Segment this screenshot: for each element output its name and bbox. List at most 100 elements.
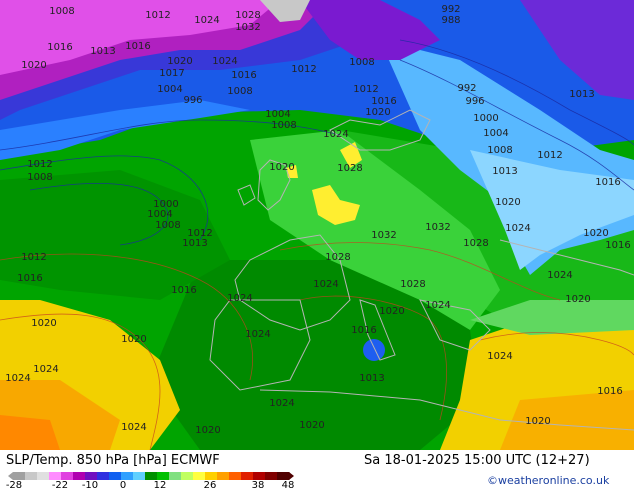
color-scale-swatch (73, 472, 86, 480)
pressure-label: 1020 (525, 416, 550, 427)
pressure-label: 1032 (235, 22, 260, 33)
pressure-label: 1028 (325, 252, 350, 263)
pressure-label: 1012 (353, 84, 378, 95)
pressure-label: 992 (441, 4, 460, 15)
pressure-label: 1024 (33, 364, 58, 375)
pressure-label: 1004 (157, 84, 182, 95)
pressure-label: 1008 (271, 120, 296, 131)
color-scale-arrow-right (289, 472, 294, 480)
pressure-label: 1013 (359, 373, 384, 384)
weather-map: 1008 1012 1024 1028 1032 1016 1013 1016 1020 1020… (0, 0, 634, 450)
pressure-label: 1020 (379, 306, 404, 317)
pressure-label: 1013 (492, 166, 517, 177)
pressure-label: 1024 (121, 422, 146, 433)
color-scale-swatch (133, 472, 146, 480)
color-scale-swatch (205, 472, 218, 480)
pressure-label: 1016 (597, 386, 622, 397)
pressure-label: 1024 (227, 293, 252, 304)
pressure-label: 1024 (212, 56, 237, 67)
pressure-label: 996 (183, 95, 202, 106)
color-scale-tick: 48 (281, 480, 295, 491)
pressure-label: 1012 (27, 159, 52, 170)
pressure-label: 1024 (313, 279, 338, 290)
color-scale-swatch (277, 472, 290, 480)
pressure-label: 1016 (17, 273, 42, 284)
color-scale-swatch (169, 472, 182, 480)
color-scale-swatch (121, 472, 134, 480)
color-scale-swatch (25, 472, 38, 480)
color-scale-arrow-left (8, 472, 13, 480)
color-scale-swatch (157, 472, 170, 480)
color-scale-swatch (37, 472, 50, 480)
color-scale-tick: 12 (153, 480, 167, 491)
pressure-label: 1004 (147, 209, 172, 220)
color-scale-tick: -22 (51, 480, 69, 491)
pressure-label: 1028 (463, 238, 488, 249)
pressure-label: 1024 (269, 398, 294, 409)
pressure-label: 1024 (194, 15, 219, 26)
pressure-label: 1020 (495, 197, 520, 208)
pressure-label: 1024 (547, 270, 572, 281)
map-timestamp: Sa 18-01-2025 15:00 UTC (12+27) (364, 453, 590, 468)
color-scale-swatch (85, 472, 98, 480)
color-scale-tick: 26 (203, 480, 217, 491)
pressure-label: 1008 (49, 6, 74, 17)
pressure-label: 1013 (182, 238, 207, 249)
pressure-label: 1020 (565, 294, 590, 305)
color-scale-swatch (241, 472, 254, 480)
temperature-field: 1008 1012 1024 102810321016 1013 10161020 1020… (0, 0, 634, 450)
pressure-label: 1012 (291, 64, 316, 75)
pressure-label: 1016 (171, 285, 196, 296)
pressure-label: 1020 (167, 56, 192, 67)
pressure-label: 1020 (299, 420, 324, 431)
map-title: SLP/Temp. 850 hPa [hPa] ECMWF (6, 453, 220, 468)
color-scale-swatch (97, 472, 110, 480)
pressure-label: 1016 (47, 42, 72, 53)
pressure-label: 1028 (400, 279, 425, 290)
pressure-label: 1012 (537, 150, 562, 161)
pressure-label: 1016 (371, 96, 396, 107)
color-scale-tick: -10 (81, 480, 99, 491)
pressure-label: 1028 (235, 10, 260, 21)
color-scale-swatch (61, 472, 74, 480)
pressure-label: 1016 (595, 177, 620, 188)
pressure-label: 1008 (27, 172, 52, 183)
color-scale-swatch (13, 472, 26, 480)
pressure-label: 1020 (31, 318, 56, 329)
pressure-label: 1032 (425, 222, 450, 233)
pressure-label: 1024 (245, 329, 270, 340)
pressure-label: 996 (465, 96, 484, 107)
pressure-label: 1013 (90, 46, 115, 57)
color-scale-swatch (217, 472, 230, 480)
pressure-label: 1024 (487, 351, 512, 362)
pressure-label: 1008 (155, 220, 180, 231)
color-scale-tick: 38 (251, 480, 265, 491)
pressure-label: 1028 (337, 163, 362, 174)
pressure-label: 1024 (323, 129, 348, 140)
color-scale-swatch (145, 472, 158, 480)
pressure-label: 1020 (21, 60, 46, 71)
pressure-label: 1020 (121, 334, 146, 345)
credit-link[interactable]: ©weatheronline.co.uk (487, 474, 609, 487)
pressure-label: 1013 (569, 89, 594, 100)
footer: SLP/Temp. 850 hPa [hPa] ECMWF Sa 18-01-2… (0, 450, 634, 491)
pressure-label: 1012 (21, 252, 46, 263)
color-scale-swatch (193, 472, 206, 480)
color-scale-swatch (265, 472, 278, 480)
pressure-label: 1008 (487, 145, 512, 156)
pressure-label: 1008 (349, 57, 374, 68)
color-scale-swatch (253, 472, 266, 480)
pressure-label: 1020 (365, 107, 390, 118)
pressure-label: 1016 (605, 240, 630, 251)
pressure-label: 1020 (583, 228, 608, 239)
pressure-label: 1032 (371, 230, 396, 241)
pressure-label: 1008 (227, 86, 252, 97)
color-scale-swatch (229, 472, 242, 480)
pressure-label: 1024 (505, 223, 530, 234)
color-scale (8, 472, 294, 480)
color-scale-swatch (109, 472, 122, 480)
color-scale-swatch (49, 472, 62, 480)
pressure-label: 1016 (125, 41, 150, 52)
pressure-label: 1000 (473, 113, 498, 124)
pressure-label: 1016 (351, 325, 376, 336)
